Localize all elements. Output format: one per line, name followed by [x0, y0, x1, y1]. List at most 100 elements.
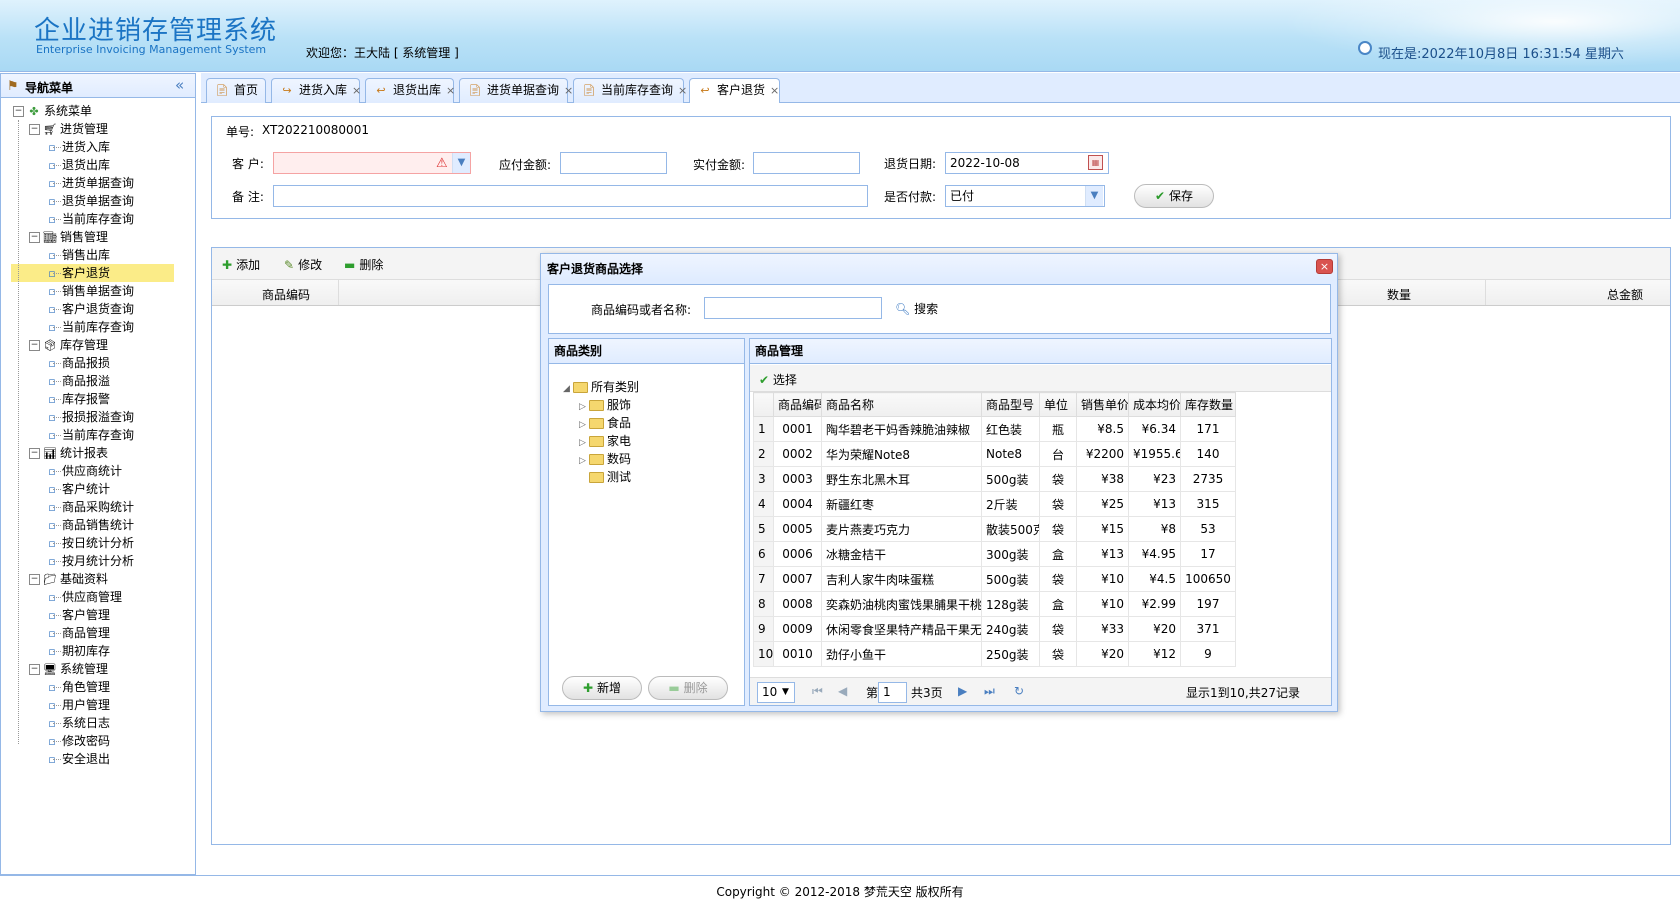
product-panel: 商品管理 ✔ 选择 商品编码 商品名称 商品型号 单位 销售单价 成本均价 库存数量 1 00… — [749, 338, 1332, 706]
category-item[interactable]: 测试 — [579, 468, 631, 486]
product-column-header[interactable]: 成本均价 — [1128, 392, 1181, 417]
nav-item-label: 进货入库 — [62, 140, 111, 154]
close-icon[interactable]: × — [1316, 259, 1333, 274]
table-row[interactable]: 80008奕森奶油桃肉蜜饯果脯果干桃肉干128g装盒¥10¥2.99197 — [753, 591, 1236, 617]
product-column-header[interactable]: 商品型号 — [981, 392, 1040, 417]
category-item[interactable]: ▷ 数码 — [579, 450, 631, 468]
tab-0[interactable]: 📄︎ 首页 — [206, 78, 266, 103]
nav-group[interactable]: − 🛒︎ 进货管理 — [29, 120, 108, 138]
table-row[interactable]: 90009休闲零食坚果特产精品干果无漂白240g装袋¥33¥20371 — [753, 616, 1236, 642]
product-column-header[interactable]: 销售单价 — [1076, 392, 1129, 417]
is-paid-select[interactable]: 已付 ▼ — [945, 185, 1105, 207]
group-icon: 🛒︎ — [43, 122, 57, 136]
close-icon[interactable]: × — [564, 84, 573, 97]
search-button[interactable]: 🔍︎ 搜索 — [895, 300, 938, 317]
table-row[interactable]: 10 0010 劲仔小鱼干 250g装袋 ¥20 ¥12 9 — [753, 641, 1236, 667]
category-item[interactable]: ▷ 食品 — [579, 414, 631, 432]
product-column-header[interactable] — [753, 392, 774, 417]
add-button[interactable]: ✚ 添加 — [222, 256, 260, 273]
page-number-value: 1 — [883, 685, 891, 699]
table-row[interactable]: 4 0004 新疆红枣 2斤装袋 ¥25 ¥13 315 — [753, 491, 1236, 517]
customer-combo[interactable]: ⚠ ▼ — [273, 152, 471, 174]
product-column-header[interactable]: 商品名称 — [821, 392, 982, 417]
close-icon[interactable]: × — [770, 84, 779, 97]
nav-group[interactable]: − 📁︎ 基础资料 — [29, 570, 108, 588]
nav-group[interactable]: − 🖥︎ 系统管理 — [29, 660, 108, 678]
delete-category-button[interactable]: ▬ 删除 — [648, 676, 728, 700]
refresh-icon[interactable]: ↻ — [1014, 684, 1024, 698]
nav-group[interactable]: − 📦︎ 库存管理 — [29, 336, 108, 354]
calendar-icon[interactable]: ▦ — [1088, 155, 1103, 170]
category-item[interactable]: ▷ 家电 — [579, 432, 631, 450]
collapse-toggle-icon[interactable]: − — [29, 448, 40, 459]
product-column-header[interactable]: 库存数量 — [1180, 392, 1236, 417]
tree-connector — [53, 309, 61, 310]
close-icon[interactable]: × — [678, 84, 687, 97]
table-cell: 麦片燕麦巧克力 — [821, 516, 982, 542]
table-cell: 500g装 — [981, 566, 1040, 592]
first-page-icon[interactable]: ⏮ — [812, 684, 823, 699]
category-item[interactable]: ▷ 服饰 — [579, 396, 631, 414]
table-row[interactable]: 6 0006 冰糖金桔干 300g装盒 ¥13 ¥4.95 17 — [753, 541, 1236, 567]
nav-group[interactable]: − 🏬︎ 销售管理 — [29, 228, 108, 246]
table-row[interactable]: 1 0001 陶华碧老干妈香辣脆油辣椒 红色装瓶 ¥8.5 ¥6.34 171 — [753, 416, 1236, 442]
app-header: 企业进销存管理系统 Enterprise Invoicing Managemen… — [0, 0, 1680, 72]
nav-root[interactable]: − ✤ 系统菜单 — [13, 102, 92, 120]
collapse-icon[interactable]: « — [175, 76, 184, 94]
select-button[interactable]: ✔ 选择 — [759, 371, 797, 388]
page-size-select[interactable]: 10 ▼ — [757, 682, 795, 703]
chevron-down-icon[interactable]: ▼ — [1085, 186, 1103, 206]
collapse-toggle-icon[interactable]: − — [29, 574, 40, 585]
tab-label: 首页 — [234, 83, 259, 97]
col-quantity[interactable]: 数量 — [1387, 286, 1411, 303]
table-cell: ¥25 — [1076, 491, 1129, 517]
page-number-input[interactable]: 1 — [878, 682, 907, 703]
tab-5[interactable]: ↩ 客户退货 × — [689, 78, 780, 104]
paid-field[interactable] — [753, 152, 860, 174]
tab-3[interactable]: 📄︎ 进货单据查询 × — [459, 78, 573, 103]
tab-2[interactable]: ↩ 退货出库 × — [365, 78, 455, 103]
nav-item-label: 客户退货查询 — [62, 302, 135, 316]
new-category-button[interactable]: ✚ 新增 — [562, 676, 642, 700]
table-row[interactable]: 7 0007 吉利人家牛肉味蛋糕 500g装袋 ¥10 ¥4.5 100650 — [753, 566, 1236, 592]
delete-button[interactable]: ▬ 删除 — [344, 256, 383, 273]
save-button[interactable]: ✔ 保存 — [1134, 184, 1214, 208]
payable-field[interactable] — [560, 152, 667, 174]
table-row[interactable]: 20002华为荣耀Note8Note8台¥2200¥1955.68140 — [753, 441, 1236, 467]
expand-arrow-icon[interactable]: ◢ — [563, 380, 573, 398]
chevron-down-icon[interactable]: ▼ — [452, 153, 470, 173]
prev-page-icon[interactable]: ◀ — [838, 684, 847, 698]
table-cell: ¥8.5 — [1076, 416, 1129, 442]
col-product-code[interactable]: 商品编码 — [262, 286, 310, 303]
product-column-header[interactable]: 商品编码 — [773, 392, 822, 417]
close-icon[interactable]: × — [352, 84, 361, 97]
edit-button[interactable]: ✎ 修改 — [284, 256, 322, 273]
collapse-toggle-icon[interactable]: − — [13, 106, 24, 117]
collapse-toggle-icon[interactable]: − — [29, 232, 40, 243]
tab-4[interactable]: 📄︎ 当前库存查询 × — [573, 78, 687, 103]
last-page-icon[interactable]: ⏭ — [984, 684, 995, 699]
remark-field[interactable] — [273, 185, 868, 207]
tree-connector — [53, 165, 61, 166]
nav-title: 导航菜单 — [25, 81, 74, 95]
collapse-toggle-icon[interactable]: − — [29, 340, 40, 351]
table-row[interactable]: 3 0003 野生东北黑木耳 500g装袋 ¥38 ¥23 2735 — [753, 466, 1236, 492]
table-cell: 盒 — [1039, 541, 1077, 567]
nav-group[interactable]: − 📊︎ 统计报表 — [29, 444, 108, 462]
col-total[interactable]: 总金额 — [1607, 286, 1643, 303]
table-cell: 315 — [1180, 491, 1236, 517]
next-page-icon[interactable]: ▶ — [958, 684, 967, 698]
search-input[interactable] — [704, 297, 882, 319]
category-root[interactable]: ◢ 所有类别 — [563, 378, 639, 396]
category-panel-title: 商品类别 — [549, 339, 744, 364]
product-column-header[interactable]: 单位 — [1039, 392, 1077, 417]
select-label: 选择 — [772, 373, 797, 387]
tab-1[interactable]: ↪ 进货入库 × — [271, 78, 361, 103]
close-icon[interactable]: × — [446, 84, 455, 97]
collapse-toggle-icon[interactable]: − — [29, 664, 40, 675]
collapse-toggle-icon[interactable]: − — [29, 124, 40, 135]
tree-connector — [53, 525, 61, 526]
table-row[interactable]: 5 0005 麦片燕麦巧克力 散装500克袋 ¥15 ¥8 53 — [753, 516, 1236, 542]
return-date-field[interactable]: 2022-10-08 ▦ — [945, 152, 1109, 174]
nav-item[interactable]: ▫ 客户退货 — [11, 264, 174, 282]
